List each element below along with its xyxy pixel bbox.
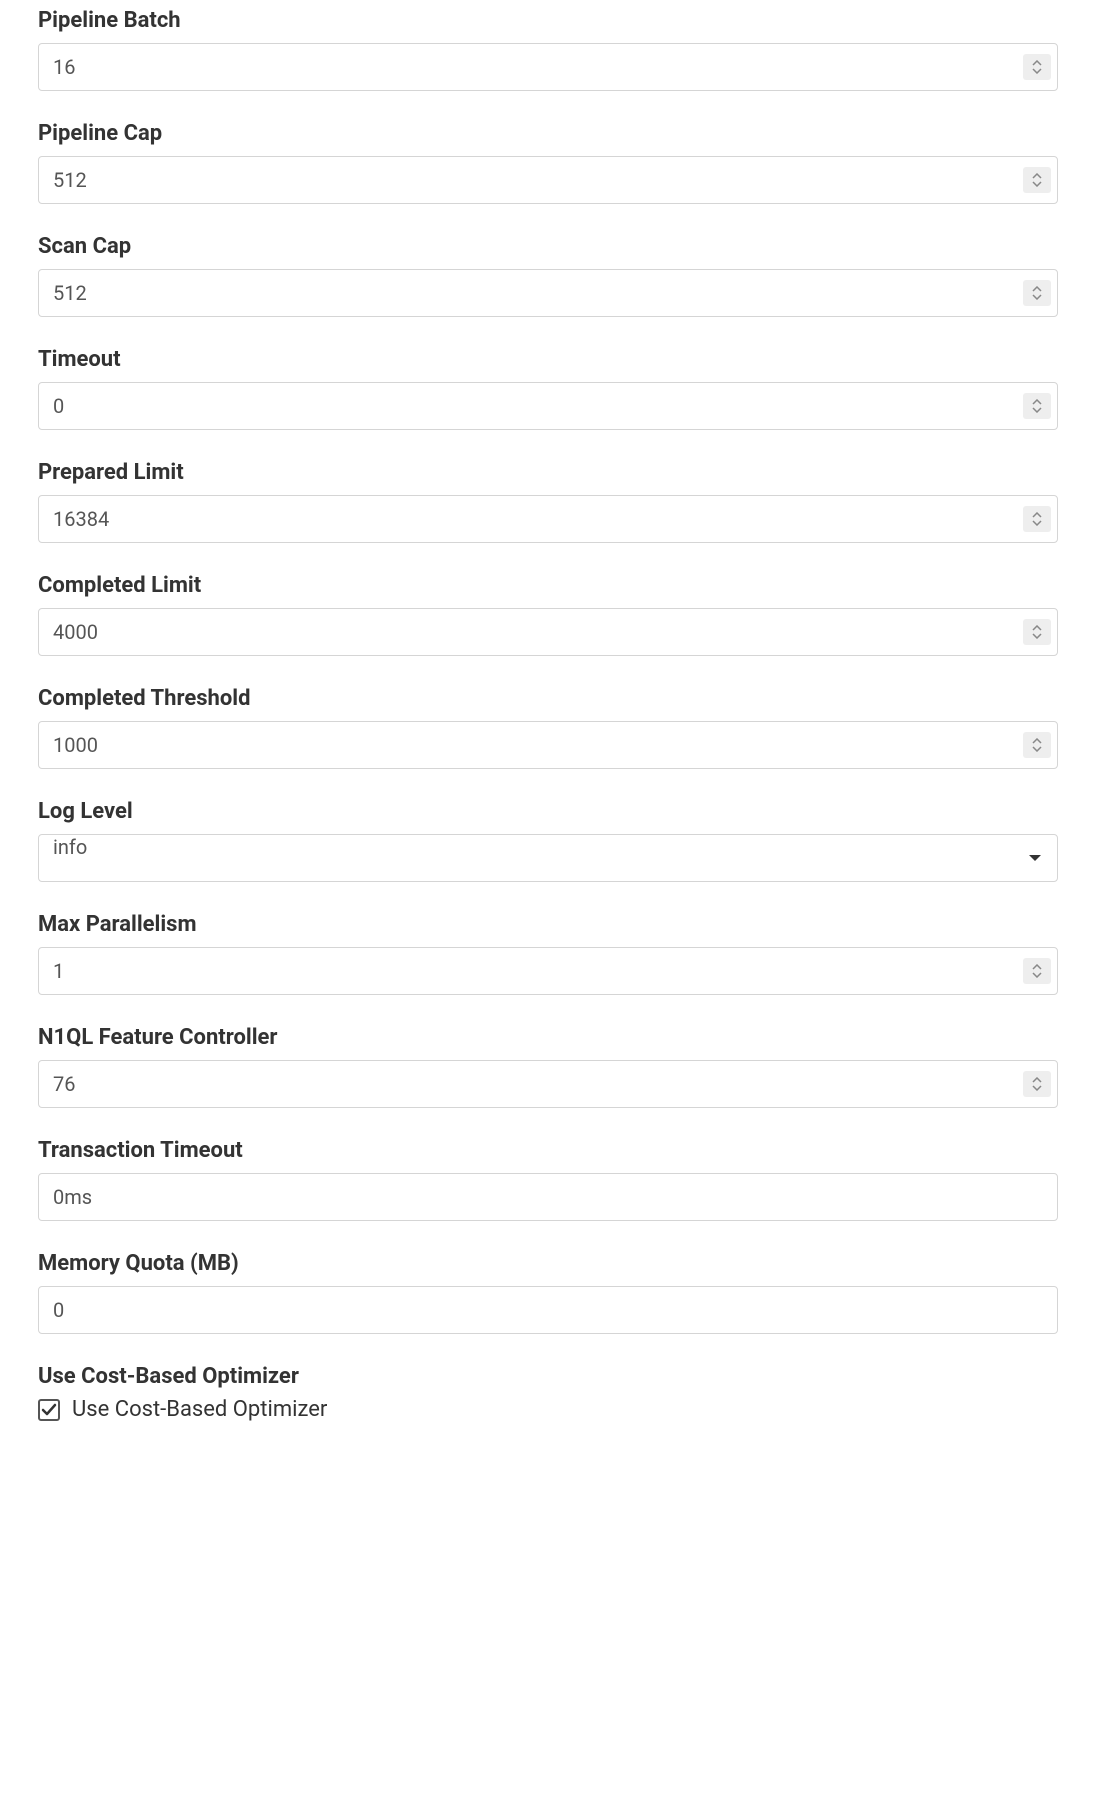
completed-limit-input-wrap (38, 608, 1058, 656)
field-log-level: Log Level info (38, 799, 1058, 882)
chevron-down-icon (1032, 746, 1042, 752)
field-use-cbo: Use Cost-Based Optimizer Use Cost-Based … (38, 1364, 1058, 1422)
chevron-up-icon (1032, 286, 1042, 292)
use-cbo-heading: Use Cost-Based Optimizer (38, 1364, 1058, 1389)
chevron-up-icon (1032, 964, 1042, 970)
pipeline-cap-input-wrap (38, 156, 1058, 204)
n1ql-feature-controller-input[interactable] (38, 1060, 1058, 1108)
chevron-down-icon (1032, 181, 1042, 187)
field-n1ql-feature-controller: N1QL Feature Controller (38, 1025, 1058, 1108)
field-completed-threshold: Completed Threshold (38, 686, 1058, 769)
timeout-spinner[interactable] (1023, 393, 1051, 419)
prepared-limit-input-wrap (38, 495, 1058, 543)
use-cbo-checkbox[interactable] (38, 1399, 60, 1421)
timeout-input[interactable] (38, 382, 1058, 430)
chevron-up-icon (1032, 738, 1042, 744)
memory-quota-label: Memory Quota (MB) (38, 1251, 1058, 1276)
pipeline-batch-input[interactable] (38, 43, 1058, 91)
transaction-timeout-input-wrap (38, 1173, 1058, 1221)
max-parallelism-input-wrap (38, 947, 1058, 995)
completed-threshold-label: Completed Threshold (38, 686, 1058, 711)
field-scan-cap: Scan Cap (38, 234, 1058, 317)
memory-quota-input-wrap (38, 1286, 1058, 1334)
pipeline-batch-spinner[interactable] (1023, 54, 1051, 80)
completed-threshold-input[interactable] (38, 721, 1058, 769)
completed-threshold-input-wrap (38, 721, 1058, 769)
chevron-up-icon (1032, 173, 1042, 179)
transaction-timeout-label: Transaction Timeout (38, 1138, 1058, 1163)
max-parallelism-spinner[interactable] (1023, 958, 1051, 984)
field-pipeline-batch: Pipeline Batch (38, 8, 1058, 91)
prepared-limit-label: Prepared Limit (38, 460, 1058, 485)
chevron-up-icon (1032, 1077, 1042, 1083)
scan-cap-spinner[interactable] (1023, 280, 1051, 306)
check-icon (41, 1403, 57, 1417)
completed-limit-label: Completed Limit (38, 573, 1058, 598)
field-transaction-timeout: Transaction Timeout (38, 1138, 1058, 1221)
chevron-down-icon (1032, 1085, 1042, 1091)
chevron-down-icon (1032, 407, 1042, 413)
prepared-limit-spinner[interactable] (1023, 506, 1051, 532)
chevron-down-icon (1032, 294, 1042, 300)
n1ql-feature-controller-spinner[interactable] (1023, 1071, 1051, 1097)
completed-limit-input[interactable] (38, 608, 1058, 656)
transaction-timeout-input[interactable] (38, 1173, 1058, 1221)
scan-cap-input-wrap (38, 269, 1058, 317)
field-max-parallelism: Max Parallelism (38, 912, 1058, 995)
log-level-select-wrap: info (38, 834, 1058, 882)
scan-cap-input[interactable] (38, 269, 1058, 317)
pipeline-cap-spinner[interactable] (1023, 167, 1051, 193)
pipeline-batch-input-wrap (38, 43, 1058, 91)
chevron-up-icon (1032, 512, 1042, 518)
pipeline-cap-input[interactable] (38, 156, 1058, 204)
chevron-up-icon (1032, 625, 1042, 631)
chevron-up-icon (1032, 399, 1042, 405)
chevron-up-icon (1032, 60, 1042, 66)
scan-cap-label: Scan Cap (38, 234, 1058, 259)
timeout-label: Timeout (38, 347, 1058, 372)
field-memory-quota: Memory Quota (MB) (38, 1251, 1058, 1334)
memory-quota-input[interactable] (38, 1286, 1058, 1334)
pipeline-batch-label: Pipeline Batch (38, 8, 1058, 33)
use-cbo-checkbox-label: Use Cost-Based Optimizer (72, 1397, 327, 1422)
chevron-down-icon (1032, 520, 1042, 526)
pipeline-cap-label: Pipeline Cap (38, 121, 1058, 146)
field-completed-limit: Completed Limit (38, 573, 1058, 656)
field-pipeline-cap: Pipeline Cap (38, 121, 1058, 204)
timeout-input-wrap (38, 382, 1058, 430)
chevron-down-icon (1032, 972, 1042, 978)
n1ql-feature-controller-label: N1QL Feature Controller (38, 1025, 1058, 1050)
completed-threshold-spinner[interactable] (1023, 732, 1051, 758)
log-level-select[interactable]: info (38, 834, 1058, 882)
completed-limit-spinner[interactable] (1023, 619, 1051, 645)
use-cbo-row: Use Cost-Based Optimizer (38, 1397, 1058, 1422)
chevron-down-icon (1032, 633, 1042, 639)
field-timeout: Timeout (38, 347, 1058, 430)
max-parallelism-input[interactable] (38, 947, 1058, 995)
log-level-label: Log Level (38, 799, 1058, 824)
field-prepared-limit: Prepared Limit (38, 460, 1058, 543)
chevron-down-icon (1032, 68, 1042, 74)
max-parallelism-label: Max Parallelism (38, 912, 1058, 937)
n1ql-feature-controller-input-wrap (38, 1060, 1058, 1108)
prepared-limit-input[interactable] (38, 495, 1058, 543)
